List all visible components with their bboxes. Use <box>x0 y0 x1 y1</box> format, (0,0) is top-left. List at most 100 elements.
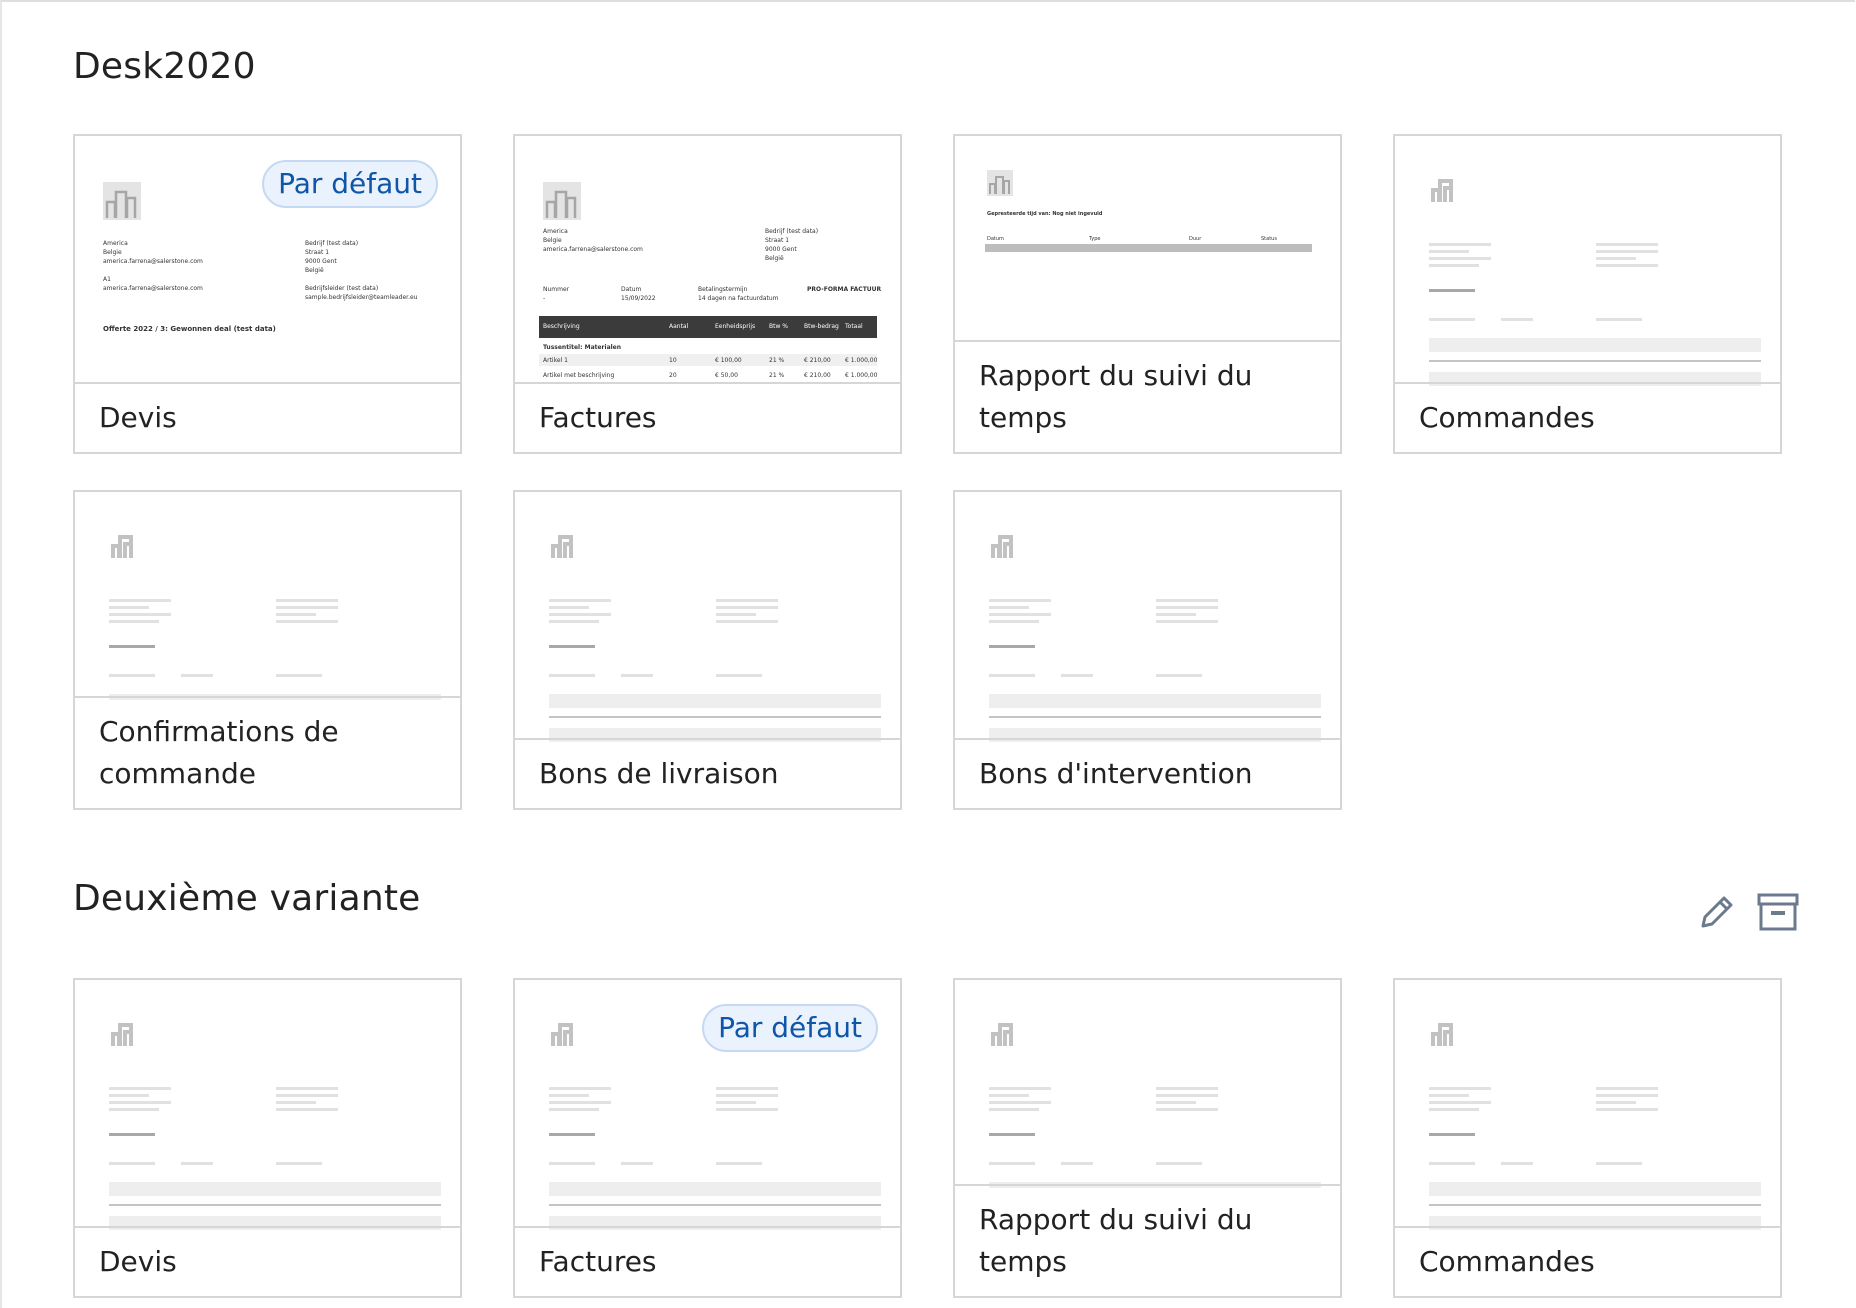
document-preview: America Belgie america.farrena@salerston… <box>515 136 900 386</box>
template-card-commandes[interactable]: Commandes <box>1393 978 1782 1298</box>
skeleton-line <box>1501 1162 1533 1165</box>
skeleton-line <box>1501 318 1533 321</box>
section-title: Desk2020 <box>73 46 256 87</box>
logo-placeholder-icon <box>991 535 1013 558</box>
skeleton-line <box>109 1182 441 1196</box>
skeleton-line <box>549 645 595 648</box>
card-label: Factures <box>515 382 900 452</box>
default-badge: Par défaut <box>262 160 438 208</box>
skeleton-line <box>1061 674 1093 677</box>
template-card-bons-intervention[interactable]: Bons d'intervention <box>953 490 1342 810</box>
skeleton-line <box>109 599 171 602</box>
template-card-commandes[interactable]: Commandes <box>1393 134 1782 454</box>
skeleton-line <box>1429 289 1475 292</box>
skeleton-line <box>1429 1204 1761 1206</box>
skeleton-line <box>989 645 1035 648</box>
skeleton-line <box>1596 257 1636 260</box>
skeleton-line <box>716 620 778 623</box>
logo-placeholder-icon <box>111 1023 133 1046</box>
invoice-group-title: Tussentitel: Materialen <box>543 344 622 351</box>
skeleton-line <box>276 1162 322 1165</box>
skeleton-line <box>1156 674 1202 677</box>
document-preview-placeholder <box>955 492 1340 742</box>
template-card-bons-livraison[interactable]: Bons de livraison <box>513 490 902 810</box>
document-preview-placeholder <box>75 492 460 700</box>
skeleton-line <box>1596 264 1658 267</box>
template-card-factures[interactable]: Par défaut Factures <box>513 978 902 1298</box>
company-logo-placeholder <box>543 182 581 220</box>
edit-variant-button[interactable] <box>1697 892 1737 932</box>
logo-placeholder-icon <box>1431 1023 1453 1046</box>
skeleton-line <box>1429 1094 1469 1097</box>
skeleton-line <box>1156 1108 1218 1111</box>
skeleton-line <box>1156 1087 1218 1090</box>
skeleton-line <box>109 1133 155 1136</box>
skeleton-line <box>549 716 881 718</box>
skeleton-line <box>1429 1162 1475 1165</box>
skeleton-line <box>276 1087 338 1090</box>
skeleton-line <box>621 674 653 677</box>
skeleton-line <box>549 1108 599 1111</box>
skeleton-line <box>1429 338 1761 352</box>
template-card-factures[interactable]: America Belgie america.farrena@salerston… <box>513 134 902 454</box>
document-preview: Gepresteerde tijd van: Nog niet ingevuld… <box>955 136 1340 344</box>
skeleton-line <box>549 599 611 602</box>
skeleton-line <box>109 1162 155 1165</box>
skeleton-line <box>1156 620 1218 623</box>
skeleton-line <box>1429 1087 1491 1090</box>
template-card-rapport-suivi-temps[interactable]: Rapport du suivi du temps <box>953 978 1342 1298</box>
archive-icon <box>1757 893 1799 931</box>
skeleton-line <box>716 674 762 677</box>
document-preview-placeholder <box>1395 980 1780 1230</box>
skeleton-line <box>989 599 1051 602</box>
skeleton-line <box>716 1162 762 1165</box>
skeleton-line <box>1429 1182 1761 1196</box>
skeleton-line <box>1596 1162 1642 1165</box>
skeleton-line <box>276 1108 338 1111</box>
template-card-confirmations-commande[interactable]: Confirmations de commande <box>73 490 462 810</box>
skeleton-line <box>181 1162 213 1165</box>
skeleton-line <box>1429 257 1491 260</box>
document-preview-placeholder <box>515 492 900 742</box>
skeleton-line <box>716 1087 778 1090</box>
skeleton-line <box>1156 1101 1196 1104</box>
skeleton-line <box>621 1162 653 1165</box>
skeleton-line <box>1061 1162 1093 1165</box>
invoice-table-header: Beschrijving Aantal Eenheidsprijs Btw % … <box>539 316 877 338</box>
template-card-devis[interactable]: America Belgie america.farrena@salerston… <box>73 134 462 454</box>
skeleton-line <box>1596 1094 1658 1097</box>
skeleton-line <box>549 1204 881 1206</box>
skeleton-line <box>989 1133 1035 1136</box>
skeleton-line <box>1596 1087 1658 1090</box>
skeleton-line <box>1156 613 1196 616</box>
skeleton-line <box>989 1101 1051 1104</box>
skeleton-line <box>109 620 159 623</box>
section-title: Deuxième variante <box>73 878 421 919</box>
skeleton-line <box>549 694 881 708</box>
template-card-devis[interactable]: Devis <box>73 978 462 1298</box>
template-card-rapport-suivi-temps[interactable]: Gepresteerde tijd van: Nog niet ingevuld… <box>953 134 1342 454</box>
skeleton-line <box>109 1094 149 1097</box>
skeleton-line <box>276 599 338 602</box>
skeleton-line <box>989 606 1029 609</box>
skeleton-line <box>1429 250 1469 253</box>
skeleton-line <box>716 599 778 602</box>
default-badge: Par défaut <box>702 1004 878 1052</box>
card-label: Devis <box>75 382 460 452</box>
skeleton-line <box>549 1087 611 1090</box>
skeleton-line <box>549 606 589 609</box>
skeleton-line <box>549 1133 595 1136</box>
card-label: Commandes <box>1395 382 1780 452</box>
skeleton-line <box>549 613 611 616</box>
skeleton-line <box>716 1101 756 1104</box>
document-preview-placeholder <box>955 980 1340 1188</box>
skeleton-line <box>276 606 338 609</box>
skeleton-line <box>989 1162 1035 1165</box>
card-label: Confirmations de commande <box>75 696 460 808</box>
skeleton-line <box>1596 250 1658 253</box>
skeleton-line <box>549 674 595 677</box>
company-logo-placeholder <box>987 170 1013 196</box>
skeleton-line <box>181 674 213 677</box>
archive-variant-button[interactable] <box>1756 892 1800 932</box>
skeleton-line <box>549 1182 881 1196</box>
